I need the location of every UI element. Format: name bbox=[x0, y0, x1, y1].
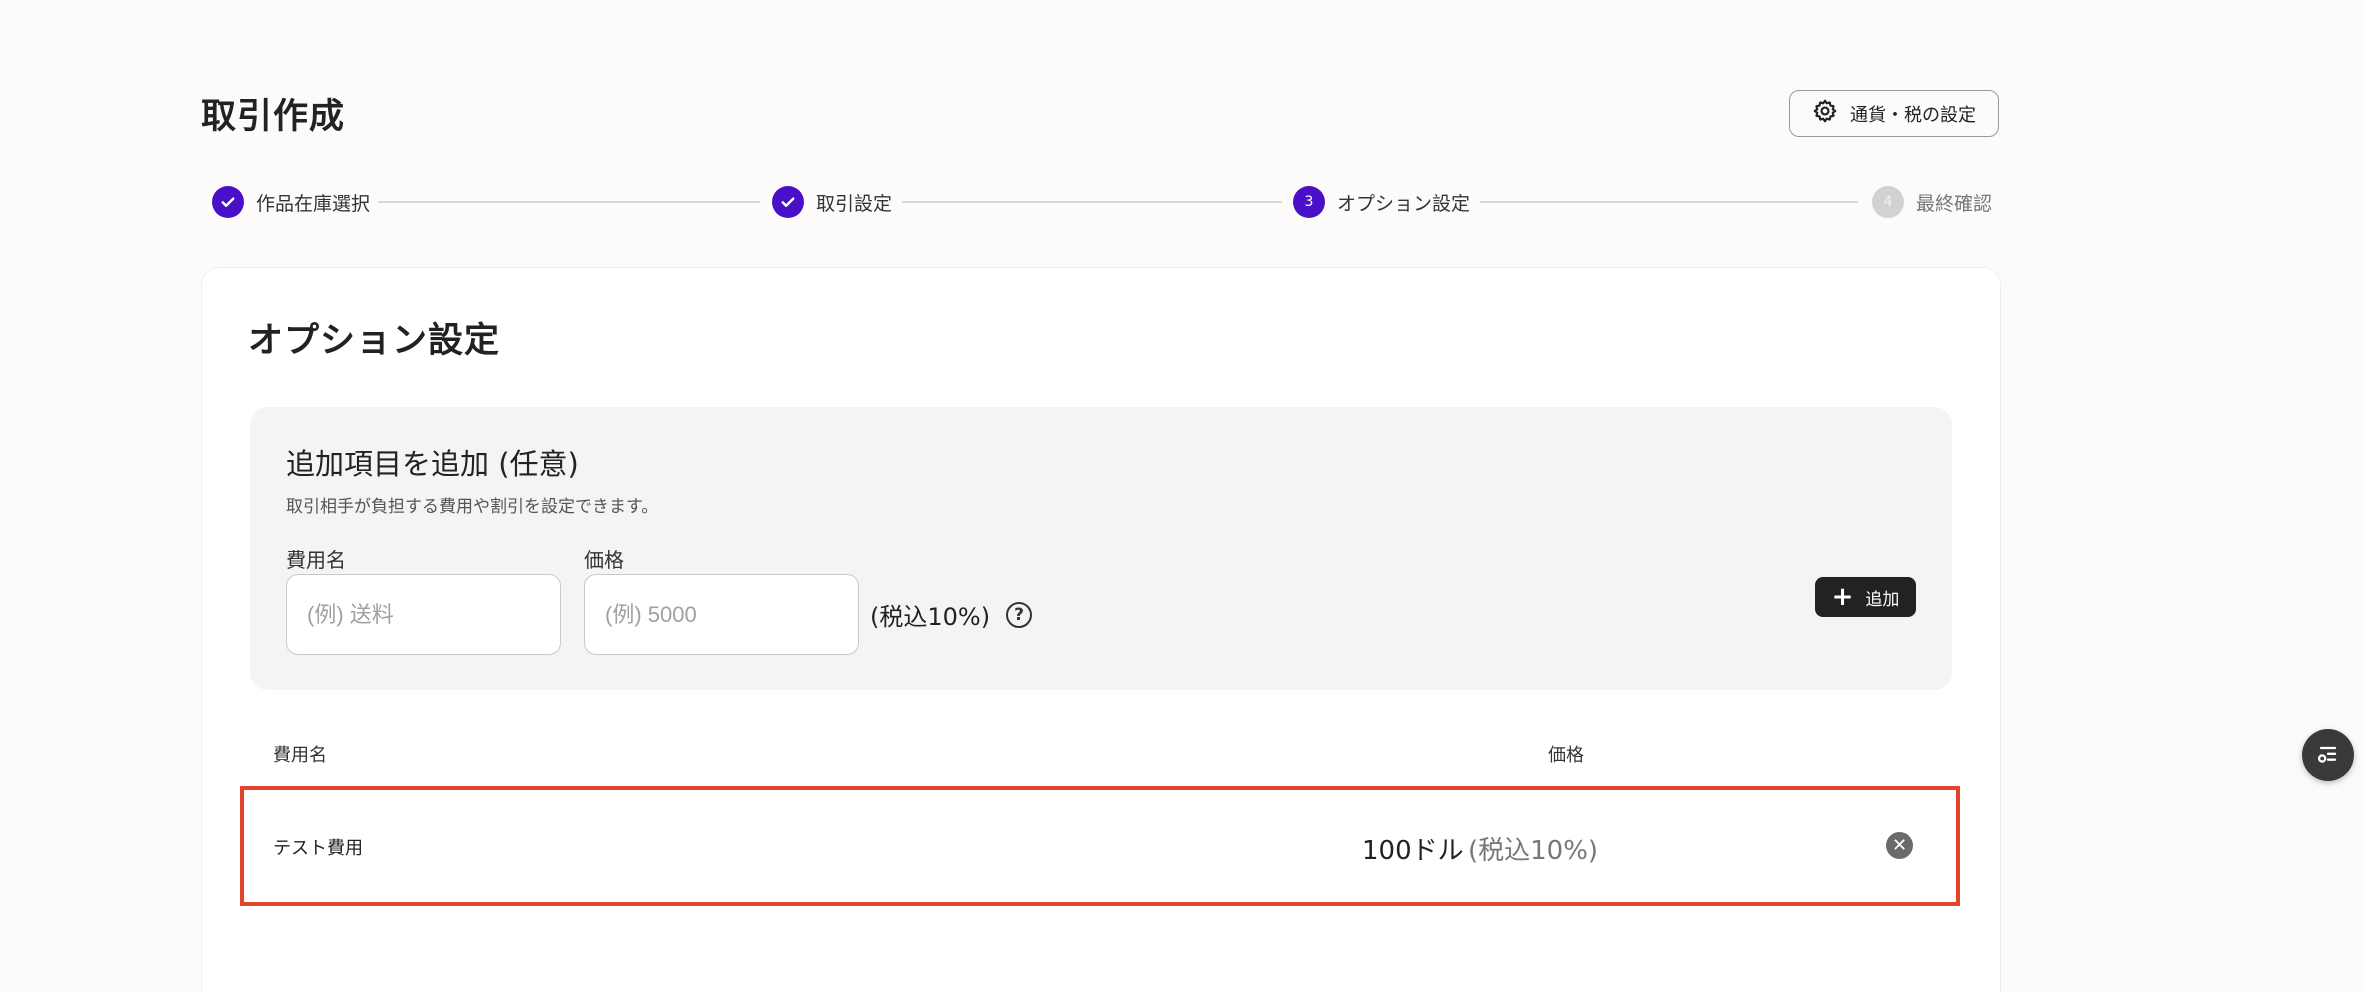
step-1[interactable]: 作品在庫選択 bbox=[212, 186, 370, 218]
stepper-connector bbox=[902, 201, 1282, 203]
row-tax-note: (税込10%) bbox=[1468, 836, 1599, 866]
check-icon bbox=[212, 186, 244, 218]
column-header-price: 価格 bbox=[1548, 745, 1584, 766]
add-button-label: 追加 bbox=[1865, 589, 1900, 610]
table-row-highlight bbox=[240, 786, 1960, 906]
column-header-name: 費用名 bbox=[273, 745, 327, 766]
panel-description: 取引相手が負担する費用や割引を設定できます。 bbox=[286, 497, 659, 517]
question-circle-icon[interactable]: ? bbox=[1006, 601, 1033, 628]
row-price: 100ドル bbox=[1362, 836, 1464, 866]
step-number: 4 bbox=[1872, 186, 1904, 218]
panel-title: 追加項目を追加 (任意) bbox=[286, 447, 579, 481]
fee-name-input[interactable] bbox=[286, 574, 561, 655]
plus-icon: + bbox=[1831, 582, 1854, 612]
add-button[interactable]: + 追加 bbox=[1815, 577, 1916, 617]
step-number: 3 bbox=[1293, 186, 1325, 218]
price-label: 価格 bbox=[584, 548, 624, 572]
checklist-icon[interactable] bbox=[2302, 729, 2354, 781]
close-circle-icon[interactable]: ✕ bbox=[1886, 832, 1913, 859]
gear-icon bbox=[1812, 98, 1838, 129]
page: 取引作成 通貨・税の設定 作品在庫選択 取引設定 3 オプション設定 4 最終確… bbox=[0, 0, 2364, 992]
tax-note-label: (税込10%) bbox=[870, 603, 991, 631]
price-input[interactable] bbox=[584, 574, 859, 655]
section-title: オプション設定 bbox=[248, 321, 501, 361]
fee-name-label: 費用名 bbox=[286, 548, 346, 572]
step-3[interactable]: 3 オプション設定 bbox=[1293, 186, 1470, 218]
page-title: 取引作成 bbox=[201, 97, 346, 137]
settings-button-label: 通貨・税の設定 bbox=[1850, 104, 1976, 126]
step-label: 取引設定 bbox=[816, 192, 893, 215]
step-4[interactable]: 4 最終確認 bbox=[1872, 186, 1992, 218]
step-label: 最終確認 bbox=[1916, 192, 1993, 215]
step-label: 作品在庫選択 bbox=[256, 192, 371, 215]
stepper-connector bbox=[378, 201, 760, 203]
step-2[interactable]: 取引設定 bbox=[772, 186, 892, 218]
check-icon bbox=[772, 186, 804, 218]
currency-tax-settings-button[interactable]: 通貨・税の設定 bbox=[1789, 90, 1999, 137]
row-fee-name: テスト費用 bbox=[273, 838, 363, 859]
stepper-connector bbox=[1480, 201, 1858, 203]
tax-note: (税込10%) ? bbox=[870, 597, 1033, 632]
step-label: オプション設定 bbox=[1337, 192, 1471, 215]
